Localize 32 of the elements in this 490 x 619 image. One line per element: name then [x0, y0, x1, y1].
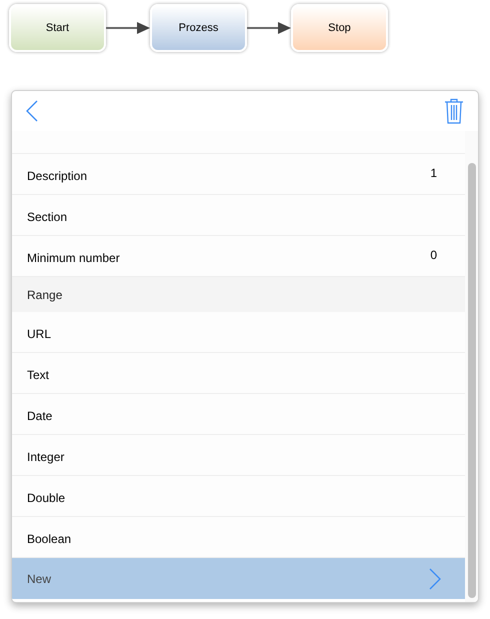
section-header: Range — [12, 277, 465, 312]
row-value: 1 — [430, 165, 437, 182]
list-row[interactable]: Text — [12, 353, 465, 394]
row-label: Double — [27, 490, 66, 507]
row-label: Integer — [27, 449, 64, 466]
list-row[interactable]: Boolean — [12, 517, 465, 558]
new-row[interactable]: New — [12, 558, 465, 599]
row-value: 0 — [430, 247, 437, 264]
list-row[interactable]: Date — [12, 394, 465, 435]
row-label: URL — [27, 326, 52, 343]
scrollbar-thumb[interactable] — [468, 163, 476, 598]
list-row[interactable]: Description 1 — [12, 154, 465, 195]
row-label: Description — [27, 168, 88, 185]
row-label: New — [27, 570, 52, 588]
row-label: Date — [27, 408, 52, 425]
list-row[interactable]: Minimum number 0 — [12, 236, 465, 277]
list-row[interactable]: URL — [12, 312, 465, 353]
row-label: Boolean — [27, 531, 72, 548]
row-label: Minimum number — [27, 250, 120, 267]
list-row[interactable]: Double — [12, 476, 465, 517]
row-label: Section — [27, 209, 68, 226]
chevron-right-icon — [429, 568, 441, 590]
list-row[interactable]: Integer — [12, 435, 465, 476]
row-label: Text — [27, 367, 50, 384]
flow-node: Start — [9, 4, 106, 52]
flow-node: Prozess — [150, 4, 247, 52]
arrow — [106, 22, 150, 34]
flow-node: Stop — [291, 4, 388, 52]
trash-icon[interactable] — [444, 98, 464, 124]
arrow — [247, 22, 291, 34]
list-row[interactable]: Section — [12, 195, 465, 236]
back-chevron-icon[interactable] — [26, 100, 38, 122]
